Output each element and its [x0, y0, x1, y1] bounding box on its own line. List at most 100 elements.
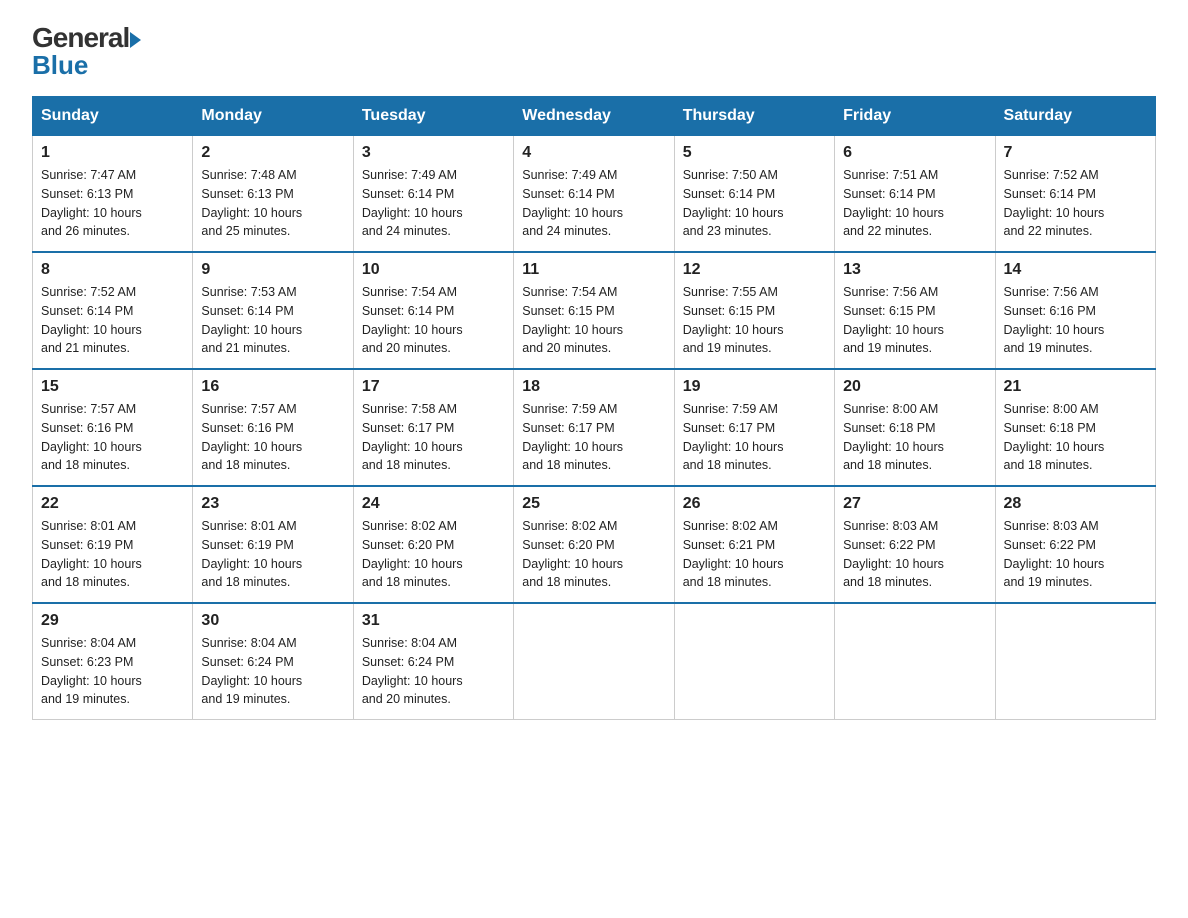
day-info: Sunrise: 7:49 AMSunset: 6:14 PMDaylight:…	[522, 166, 665, 241]
calendar-cell: 7 Sunrise: 7:52 AMSunset: 6:14 PMDaylight…	[995, 136, 1155, 253]
day-number: 24	[362, 495, 505, 513]
day-number: 22	[41, 495, 184, 513]
calendar-cell: 13 Sunrise: 7:56 AMSunset: 6:15 PMDayligh…	[835, 252, 995, 369]
day-number: 25	[522, 495, 665, 513]
day-info: Sunrise: 7:52 AMSunset: 6:14 PMDaylight:…	[41, 283, 184, 358]
day-info: Sunrise: 8:00 AMSunset: 6:18 PMDaylight:…	[843, 400, 986, 475]
day-info: Sunrise: 8:02 AMSunset: 6:20 PMDaylight:…	[522, 517, 665, 592]
calendar-cell: 18 Sunrise: 7:59 AMSunset: 6:17 PMDayligh…	[514, 369, 674, 486]
calendar-cell: 24 Sunrise: 8:02 AMSunset: 6:20 PMDayligh…	[353, 486, 513, 603]
day-number: 29	[41, 612, 184, 630]
day-number: 7	[1004, 144, 1147, 162]
calendar-cell: 16Sunrise: 7:57 AMSunset: 6:16 PMDayligh…	[193, 369, 353, 486]
calendar-table: Sunday Monday Tuesday Wednesday Thursday…	[32, 96, 1156, 720]
calendar-cell	[514, 603, 674, 720]
day-number: 30	[201, 612, 344, 630]
day-info: Sunrise: 7:53 AMSunset: 6:14 PMDaylight:…	[201, 283, 344, 358]
header-tuesday: Tuesday	[353, 97, 513, 136]
day-info: Sunrise: 7:56 AMSunset: 6:15 PMDaylight:…	[843, 283, 986, 358]
day-number: 27	[843, 495, 986, 513]
day-info: Sunrise: 7:50 AMSunset: 6:14 PMDaylight:…	[683, 166, 826, 241]
calendar-cell: 26Sunrise: 8:02 AMSunset: 6:21 PMDayligh…	[674, 486, 834, 603]
calendar-cell	[835, 603, 995, 720]
calendar-cell: 28 Sunrise: 8:03 AMSunset: 6:22 PMDayligh…	[995, 486, 1155, 603]
day-number: 6	[843, 144, 986, 162]
day-number: 17	[362, 378, 505, 396]
calendar-cell: 19 Sunrise: 7:59 AMSunset: 6:17 PMDayligh…	[674, 369, 834, 486]
day-info: Sunrise: 7:56 AMSunset: 6:16 PMDaylight:…	[1004, 283, 1147, 358]
logo-text-general: General	[32, 24, 141, 52]
day-number: 1	[41, 144, 184, 162]
calendar-cell: 1 Sunrise: 7:47 AMSunset: 6:13 PMDaylight…	[33, 136, 193, 253]
weekday-header-row: Sunday Monday Tuesday Wednesday Thursday…	[33, 97, 1156, 136]
calendar-cell: 17 Sunrise: 7:58 AMSunset: 6:17 PMDayligh…	[353, 369, 513, 486]
calendar-cell: 9 Sunrise: 7:53 AMSunset: 6:14 PMDaylight…	[193, 252, 353, 369]
calendar-cell: 4Sunrise: 7:49 AMSunset: 6:14 PMDaylight…	[514, 136, 674, 253]
day-info: Sunrise: 7:47 AMSunset: 6:13 PMDaylight:…	[41, 166, 184, 241]
calendar-week-row: 8 Sunrise: 7:52 AMSunset: 6:14 PMDaylight…	[33, 252, 1156, 369]
header-saturday: Saturday	[995, 97, 1155, 136]
day-number: 19	[683, 378, 826, 396]
day-number: 28	[1004, 495, 1147, 513]
day-info: Sunrise: 8:04 AMSunset: 6:24 PMDaylight:…	[201, 634, 344, 709]
logo: General Blue	[32, 24, 141, 78]
day-info: Sunrise: 7:49 AMSunset: 6:14 PMDaylight:…	[362, 166, 505, 241]
calendar-week-row: 29 Sunrise: 8:04 AMSunset: 6:23 PMDayligh…	[33, 603, 1156, 720]
header-thursday: Thursday	[674, 97, 834, 136]
calendar-cell: 21 Sunrise: 8:00 AMSunset: 6:18 PMDayligh…	[995, 369, 1155, 486]
day-number: 31	[362, 612, 505, 630]
day-number: 10	[362, 261, 505, 279]
day-info: Sunrise: 7:48 AMSunset: 6:13 PMDaylight:…	[201, 166, 344, 241]
day-number: 9	[201, 261, 344, 279]
calendar-body: 1 Sunrise: 7:47 AMSunset: 6:13 PMDaylight…	[33, 136, 1156, 720]
header-wednesday: Wednesday	[514, 97, 674, 136]
calendar-cell: 2Sunrise: 7:48 AMSunset: 6:13 PMDaylight…	[193, 136, 353, 253]
calendar-cell: 31 Sunrise: 8:04 AMSunset: 6:24 PMDayligh…	[353, 603, 513, 720]
day-info: Sunrise: 7:59 AMSunset: 6:17 PMDaylight:…	[683, 400, 826, 475]
calendar-cell: 27 Sunrise: 8:03 AMSunset: 6:22 PMDayligh…	[835, 486, 995, 603]
day-info: Sunrise: 8:03 AMSunset: 6:22 PMDaylight:…	[843, 517, 986, 592]
calendar-week-row: 1 Sunrise: 7:47 AMSunset: 6:13 PMDaylight…	[33, 136, 1156, 253]
calendar-cell: 20 Sunrise: 8:00 AMSunset: 6:18 PMDayligh…	[835, 369, 995, 486]
page-header: General Blue	[32, 24, 1156, 78]
day-info: Sunrise: 7:57 AMSunset: 6:16 PMDaylight:…	[201, 400, 344, 475]
calendar-cell: 11Sunrise: 7:54 AMSunset: 6:15 PMDayligh…	[514, 252, 674, 369]
day-number: 3	[362, 144, 505, 162]
day-info: Sunrise: 7:59 AMSunset: 6:17 PMDaylight:…	[522, 400, 665, 475]
day-number: 5	[683, 144, 826, 162]
day-number: 23	[201, 495, 344, 513]
day-info: Sunrise: 8:00 AMSunset: 6:18 PMDaylight:…	[1004, 400, 1147, 475]
day-number: 13	[843, 261, 986, 279]
day-info: Sunrise: 8:02 AMSunset: 6:20 PMDaylight:…	[362, 517, 505, 592]
header-monday: Monday	[193, 97, 353, 136]
calendar-cell	[995, 603, 1155, 720]
day-info: Sunrise: 8:04 AMSunset: 6:24 PMDaylight:…	[362, 634, 505, 709]
calendar-cell: 29 Sunrise: 8:04 AMSunset: 6:23 PMDayligh…	[33, 603, 193, 720]
calendar-cell: 23Sunrise: 8:01 AMSunset: 6:19 PMDayligh…	[193, 486, 353, 603]
day-number: 11	[522, 261, 665, 279]
day-info: Sunrise: 7:57 AMSunset: 6:16 PMDaylight:…	[41, 400, 184, 475]
calendar-cell: 5 Sunrise: 7:50 AMSunset: 6:14 PMDaylight…	[674, 136, 834, 253]
day-info: Sunrise: 8:03 AMSunset: 6:22 PMDaylight:…	[1004, 517, 1147, 592]
header-friday: Friday	[835, 97, 995, 136]
day-number: 8	[41, 261, 184, 279]
day-number: 21	[1004, 378, 1147, 396]
logo-text-blue: Blue	[32, 52, 88, 78]
calendar-week-row: 15Sunrise: 7:57 AMSunset: 6:16 PMDayligh…	[33, 369, 1156, 486]
day-number: 14	[1004, 261, 1147, 279]
day-number: 18	[522, 378, 665, 396]
day-info: Sunrise: 7:54 AMSunset: 6:14 PMDaylight:…	[362, 283, 505, 358]
day-number: 20	[843, 378, 986, 396]
day-info: Sunrise: 7:58 AMSunset: 6:17 PMDaylight:…	[362, 400, 505, 475]
header-sunday: Sunday	[33, 97, 193, 136]
calendar-cell: 22Sunrise: 8:01 AMSunset: 6:19 PMDayligh…	[33, 486, 193, 603]
calendar-cell: 8 Sunrise: 7:52 AMSunset: 6:14 PMDaylight…	[33, 252, 193, 369]
calendar-cell: 6Sunrise: 7:51 AMSunset: 6:14 PMDaylight…	[835, 136, 995, 253]
calendar-cell: 30 Sunrise: 8:04 AMSunset: 6:24 PMDayligh…	[193, 603, 353, 720]
day-info: Sunrise: 7:52 AMSunset: 6:14 PMDaylight:…	[1004, 166, 1147, 241]
calendar-cell: 3 Sunrise: 7:49 AMSunset: 6:14 PMDaylight…	[353, 136, 513, 253]
calendar-cell: 10 Sunrise: 7:54 AMSunset: 6:14 PMDayligh…	[353, 252, 513, 369]
day-number: 26	[683, 495, 826, 513]
day-info: Sunrise: 8:04 AMSunset: 6:23 PMDaylight:…	[41, 634, 184, 709]
day-info: Sunrise: 7:55 AMSunset: 6:15 PMDaylight:…	[683, 283, 826, 358]
